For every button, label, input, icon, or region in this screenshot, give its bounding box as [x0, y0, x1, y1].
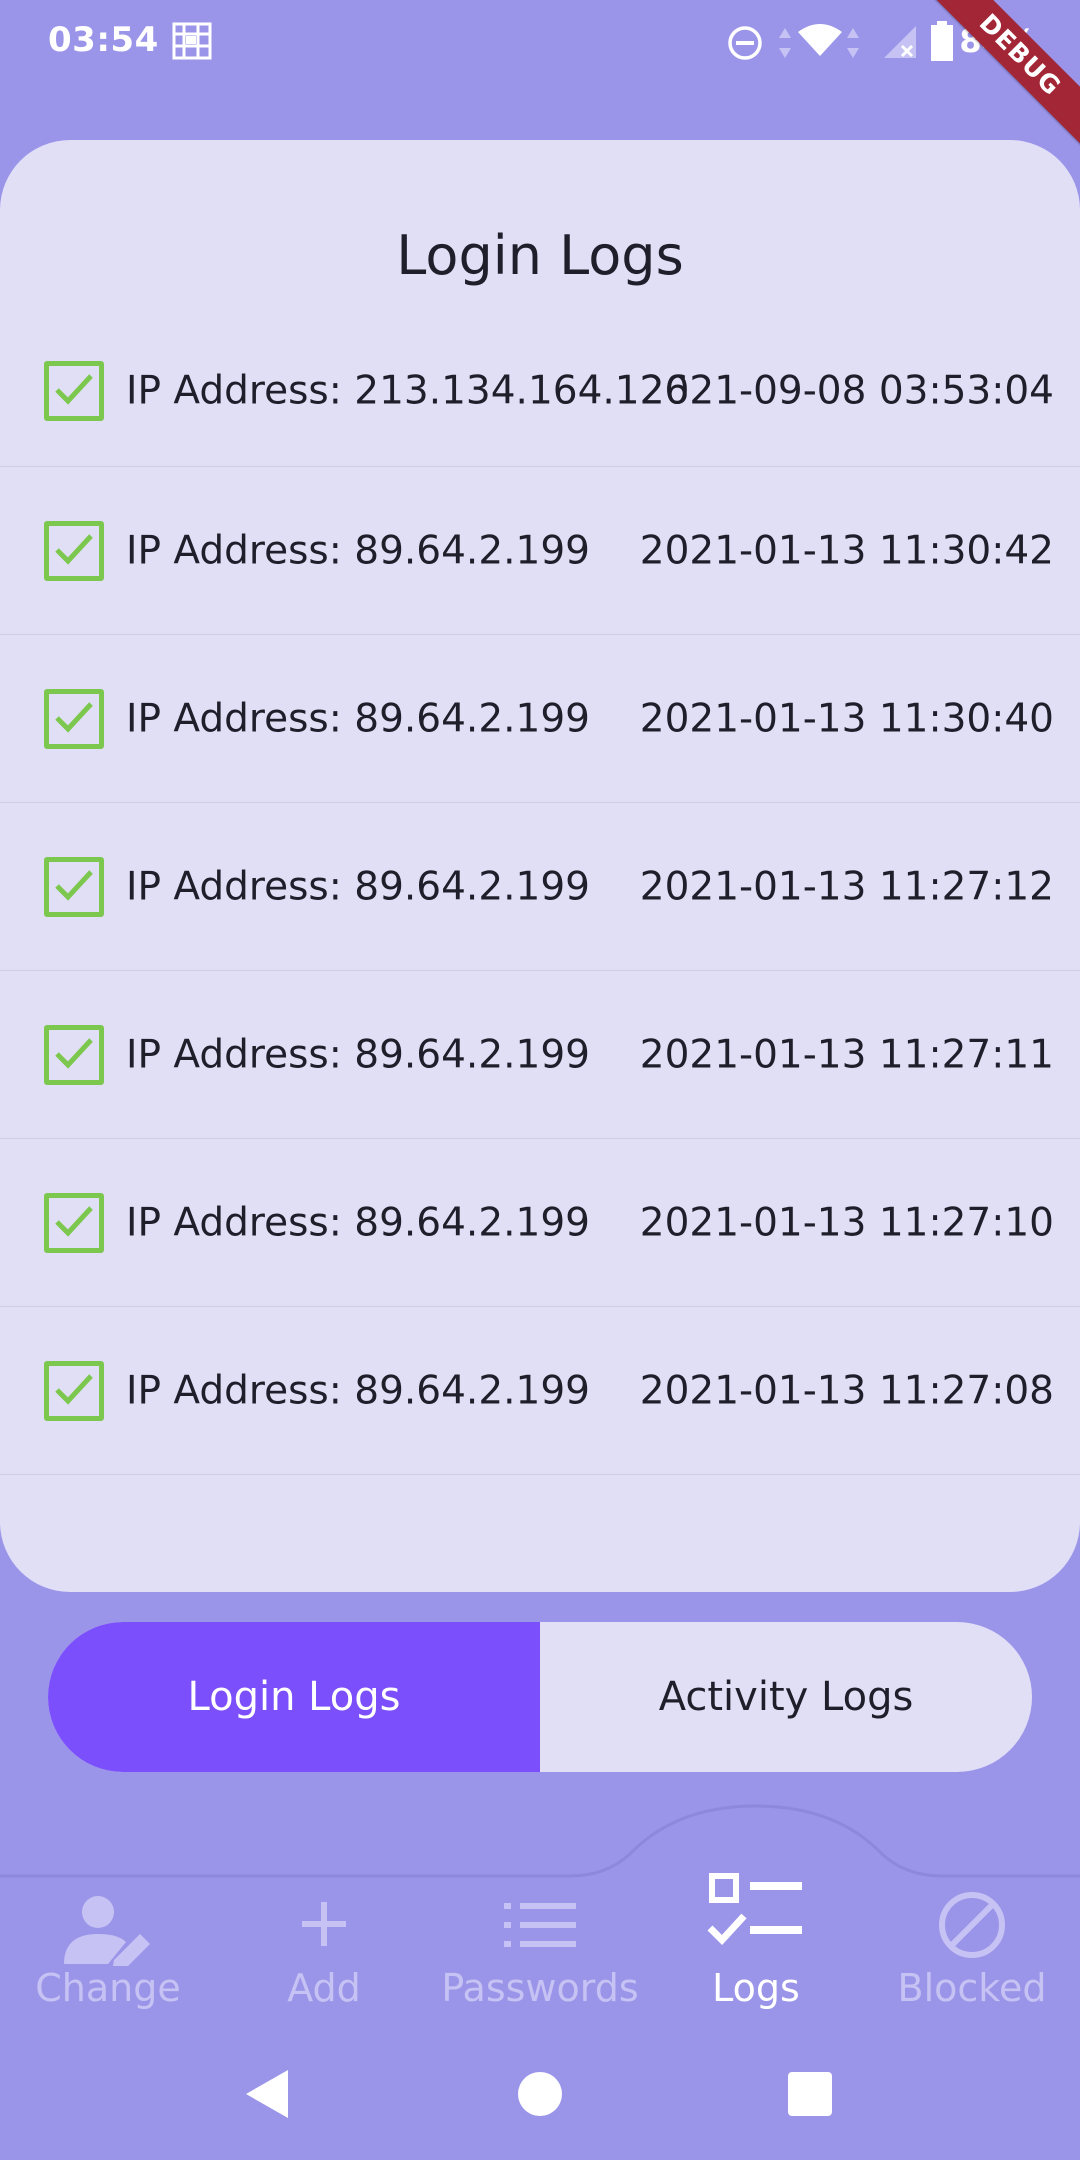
battery-icon [931, 21, 953, 61]
log-row[interactable]: IP Address: 89.64.2.199 2021-01-13 11:27… [0, 803, 1080, 971]
log-timestamp: 2021-01-13 11:27:11 [639, 1032, 1054, 1077]
nav-blocked[interactable]: Blocked [864, 1800, 1080, 2020]
log-timestamp: 2021-01-13 11:27:10 [639, 1200, 1054, 1245]
checkbox-checked[interactable] [44, 1360, 104, 1421]
activity-logs-tab[interactable]: Activity Logs [540, 1622, 1032, 1772]
recents-icon[interactable] [786, 2070, 834, 2118]
user-edit-icon [64, 1896, 150, 1966]
ip-address: IP Address: 89.64.2.199 [126, 1368, 590, 1413]
page-title: Login Logs [396, 224, 684, 287]
block-icon [939, 1892, 1005, 1958]
check-icon [55, 869, 93, 901]
nav-passwords[interactable]: Passwords [432, 1800, 648, 2020]
check-icon [55, 533, 93, 565]
log-timestamp: 2021-01-13 11:27:12 [639, 864, 1054, 909]
ip-address: IP Address: 89.64.2.199 [126, 864, 590, 909]
ip-address: IP Address: 89.64.2.199 [126, 528, 590, 573]
nav-label: Change [35, 1966, 181, 2010]
log-timestamp: 2021-01-13 11:30:42 [639, 528, 1054, 573]
check-icon [55, 701, 93, 733]
data-arrows-icon [779, 28, 791, 58]
checkbox-checked[interactable] [44, 688, 104, 749]
data-arrows-icon-2 [847, 28, 859, 58]
check-icon [55, 374, 93, 405]
home-icon[interactable] [516, 2070, 564, 2118]
system-navigation [0, 2040, 1080, 2160]
log-timestamp: 2021-01-13 11:27:08 [639, 1368, 1054, 1413]
ip-address: IP Address: 89.64.2.199 [126, 1032, 590, 1077]
log-row[interactable]: IP Address: 89.64.2.199 2021-01-13 11:27… [0, 971, 1080, 1139]
checkbox-checked[interactable] [44, 520, 104, 581]
log-row[interactable]: IP Address: 89.64.2.199 2021-01-13 11:30… [0, 635, 1080, 803]
nav-label: Blocked [897, 1966, 1047, 2010]
app-notification-icon [172, 22, 212, 60]
logs-card: Login Logs IP Address: 213.134.164.126 2… [0, 140, 1080, 1592]
ip-address: IP Address: 89.64.2.199 [126, 1200, 590, 1245]
do-not-disturb-icon [728, 26, 762, 60]
log-row[interactable]: IP Address: 89.64.2.199 2021-01-13 11:27… [0, 1307, 1080, 1475]
log-type-toggle: Login Logs Activity Logs [48, 1622, 1032, 1772]
nav-label: Logs [712, 1966, 800, 2010]
nav-label: Passwords [441, 1966, 639, 2010]
wifi-icon [798, 24, 842, 56]
log-row[interactable]: IP Address: 213.134.164.126 2021-09-08 0… [0, 332, 1080, 467]
status-time: 03:54 [48, 20, 159, 60]
checkbox-checked[interactable] [44, 1024, 104, 1085]
checklist-icon [707, 1873, 802, 1946]
back-icon[interactable] [244, 2068, 290, 2120]
check-icon [55, 1373, 93, 1405]
nav-label: Add [287, 1966, 361, 2010]
status-bar: 03:54 84% DEBUG [0, 0, 1080, 162]
log-timestamp: 2021-09-08 03:53:04 [639, 368, 1054, 414]
log-timestamp: 2021-01-13 11:30:40 [639, 696, 1054, 741]
bottom-navigation: Change Add Passwords Logs Blocked [0, 1800, 1080, 2020]
check-icon [55, 1205, 93, 1237]
plus-icon [302, 1902, 346, 1946]
ip-address: IP Address: 89.64.2.199 [126, 696, 590, 741]
login-logs-tab[interactable]: Login Logs [48, 1622, 540, 1772]
log-list[interactable]: IP Address: 213.134.164.126 2021-09-08 0… [0, 332, 1080, 1475]
list-icon [504, 1903, 576, 1947]
log-row[interactable]: IP Address: 89.64.2.199 2021-01-13 11:30… [0, 467, 1080, 635]
checkbox-checked[interactable] [44, 856, 104, 917]
nav-change[interactable]: Change [0, 1800, 216, 2020]
checkbox-checked[interactable] [44, 1192, 104, 1253]
log-row[interactable]: IP Address: 89.64.2.199 2021-01-13 11:27… [0, 1139, 1080, 1307]
checkbox-checked[interactable] [44, 360, 104, 421]
signal-icon [884, 26, 916, 58]
ip-address: IP Address: 213.134.164.126 [126, 368, 690, 414]
check-icon [55, 1037, 93, 1069]
nav-add[interactable]: Add [216, 1800, 432, 2020]
nav-logs[interactable]: Logs [648, 1800, 864, 2020]
